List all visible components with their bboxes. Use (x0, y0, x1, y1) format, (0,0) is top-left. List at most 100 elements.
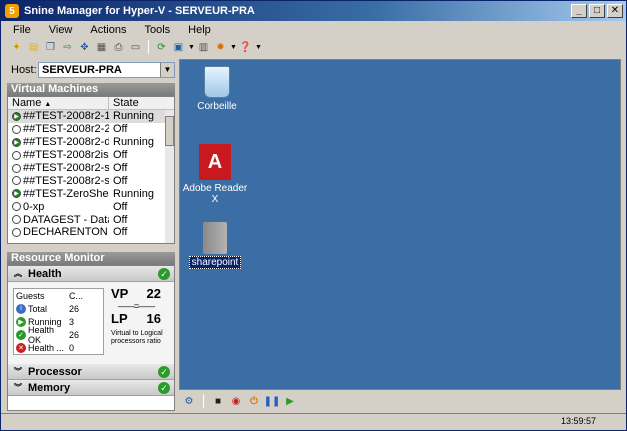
vm-state: Running (113, 110, 154, 123)
memory-section-header[interactable]: ︾ Memory ✓ (8, 380, 174, 396)
guest-label: ✓ Health OK (14, 325, 67, 345)
title-bar[interactable]: 5 Snine Manager for Hyper-V - SERVEUR-PR… (1, 1, 626, 21)
vm-row[interactable]: ##TEST-2008r2-star... Off (8, 174, 174, 187)
start-icon[interactable]: ▶ (283, 394, 297, 408)
view-icon[interactable]: ▣ (171, 40, 186, 55)
vm-running-icon: ▶ (12, 189, 21, 199)
health-label: Health (28, 267, 62, 280)
ratio-description: Virtual to Logical processors ratio (111, 330, 163, 345)
vm-row[interactable]: ▶ ##TEST-ZeroShell Running (8, 187, 174, 200)
processor-section-header[interactable]: ︾ Processor ✓ (8, 364, 174, 380)
vm-name-text: ##TEST-2008r2-star... (23, 174, 109, 187)
desktop-icon-sharepoint[interactable]: sharepoint (180, 222, 250, 269)
monitor-icon[interactable]: ▥ (196, 40, 211, 55)
desktop-icon-recycle-bin[interactable]: Corbeille (182, 66, 252, 112)
guest-row: ✕ Health ... 0 (14, 341, 103, 354)
guest-count: 26 (69, 303, 80, 314)
health-body: Guests C... i Total 26 ▶ Running 3 ✓ Health OK 2… (8, 282, 174, 364)
vm-row[interactable]: DECHARENTON - d... Off (8, 226, 174, 239)
vm-state: Running (113, 136, 154, 149)
document-icon[interactable]: ▭ (128, 40, 143, 55)
lp-value: 16 (146, 311, 161, 326)
export-icon[interactable]: ⇨ (60, 40, 75, 55)
chevron-up-icon[interactable]: ︽ (12, 268, 24, 280)
network-icon[interactable]: ⚙ (182, 394, 196, 408)
lp-line: LP 16 (109, 311, 163, 326)
desktop-icon-adobe-reader[interactable]: A Adobe Reader X (180, 144, 250, 205)
menu-help[interactable]: Help (176, 24, 217, 36)
shutdown-icon[interactable]: ⏻ (247, 394, 261, 408)
vm-row[interactable]: ##TEST-2008r2-star... Off (8, 162, 174, 175)
vm-name-text: ##TEST-2008r2-dc (23, 136, 109, 149)
vm-name: ##TEST-2008r2-star... (8, 175, 109, 187)
vm-row[interactable]: ▶ ##TEST-2008r2-1 Running (8, 110, 174, 123)
host-value: SERVEUR-PRA (42, 64, 122, 76)
health-section-header[interactable]: ︽ Health ✓ (8, 266, 174, 282)
column-name-header[interactable]: Name ▲ (8, 97, 109, 109)
sharepoint-label: sharepoint (188, 256, 242, 269)
vm-list-scrollbar[interactable] (165, 110, 174, 243)
menu-actions[interactable]: Actions (78, 24, 132, 36)
power-off-icon[interactable]: ◉ (229, 394, 243, 408)
vm-state: Off (113, 149, 128, 162)
vm-row[interactable]: ##TEST-2008r2-2 Off (8, 123, 174, 136)
close-button[interactable]: ✕ (607, 4, 623, 18)
view-dropdown-icon[interactable]: ▼ (188, 44, 195, 51)
menu-view[interactable]: View (37, 24, 79, 36)
vm-name-text: ##TEST-2008r2-star... (23, 162, 109, 174)
maximize-button[interactable]: □ (589, 4, 605, 18)
help-dropdown-icon[interactable]: ▼ (255, 44, 262, 51)
print-icon[interactable]: ⎙ (111, 40, 126, 55)
vm-name: DATAGEST - Datag... (8, 214, 109, 226)
help-icon[interactable]: ❓ (238, 40, 253, 55)
copy-icon[interactable]: ❐ (43, 40, 58, 55)
vm-row[interactable]: 0-xp Off (8, 200, 174, 213)
host-select[interactable]: SERVEUR-PRA ▼ (38, 62, 175, 78)
chevron-down-icon[interactable]: ︾ (12, 382, 24, 394)
settings-dropdown-icon[interactable]: ▼ (230, 44, 237, 51)
stop-icon[interactable]: ■ (211, 394, 225, 408)
vm-row[interactable]: ▶ ##TEST-2008r2-dc Running (8, 136, 174, 149)
settings-icon[interactable]: ✹ (213, 40, 228, 55)
vm-state: Running (113, 187, 154, 200)
app-window: 5 Snine Manager for Hyper-V - SERVEUR-PR… (0, 0, 627, 431)
refresh-icon[interactable]: ⟳ (154, 40, 169, 55)
resource-monitor-title: Resource Monitor (7, 252, 175, 265)
menu-tools[interactable]: Tools (132, 24, 176, 36)
count-column: C... (69, 290, 84, 301)
minimize-button[interactable]: _ (571, 4, 587, 18)
guests-column: Guests (16, 290, 45, 301)
vm-name: 0-xp (8, 201, 109, 213)
vm-row[interactable]: ##TEST-2008r2iscsi Off (8, 149, 174, 162)
vm-state: Off (113, 174, 128, 187)
resource-monitor: ︽ Health ✓ Guests C... i Total 26 ▶ Running 3… (7, 265, 175, 411)
scroll-thumb[interactable] (165, 116, 174, 146)
menu-file[interactable]: File (1, 24, 37, 36)
chevron-down-icon[interactable]: ▼ (160, 63, 174, 77)
guest-rows: i Total 26 ▶ Running 3 ✓ Health OK 26 ✕ Health ...… (14, 302, 103, 354)
column-state-header[interactable]: State (109, 97, 139, 109)
guest-count: 3 (69, 316, 75, 327)
new-vm-icon[interactable]: ✦ (9, 40, 24, 55)
vm-list-header: Name ▲ State (8, 97, 174, 110)
vm-name: ▶ ##TEST-2008r2-dc (8, 136, 109, 148)
processor-label: Processor (28, 365, 82, 378)
move-icon[interactable]: ✥ (77, 40, 92, 55)
vm-off-icon (12, 176, 21, 186)
vm-name: ##TEST-2008r2-2 (8, 123, 109, 135)
vm-off-icon (12, 202, 21, 212)
vm-row[interactable]: DATAGEST - Datag... Off (8, 213, 174, 226)
vm-name-text: ##TEST-2008r2-1 (23, 110, 109, 123)
left-pane: Host: SERVEUR-PRA ▼ Virtual Machines Nam… (7, 59, 175, 411)
vm-name: ##TEST-2008r2-star... (8, 162, 109, 174)
clock: 13:59:57 (560, 416, 596, 426)
properties-icon[interactable]: ▦ (94, 40, 109, 55)
vm-console-desktop[interactable]: Corbeille A Adobe Reader X sharepoint (179, 59, 621, 390)
chevron-down-icon[interactable]: ︾ (12, 366, 24, 378)
guests-table: Guests C... i Total 26 ▶ Running 3 ✓ Health OK 2… (13, 288, 104, 355)
pause-icon[interactable]: ❚❚ (264, 394, 281, 408)
open-icon[interactable]: ▤ (26, 40, 41, 55)
guest-row: ✓ Health OK 26 (14, 325, 103, 345)
guest-label: i Total (14, 303, 67, 314)
app-logo-icon: 5 (5, 4, 19, 18)
